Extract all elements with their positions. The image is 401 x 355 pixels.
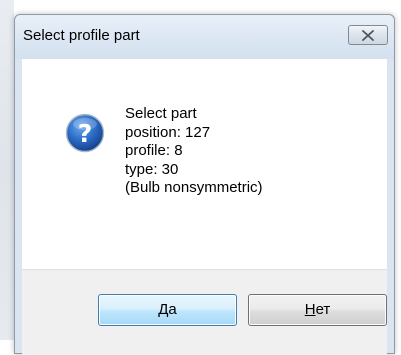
- message-line: position: 127: [125, 123, 211, 141]
- dialog-client-area: ? Select part position: 127 profile: 8 t…: [22, 59, 387, 355]
- no-button-label: ет: [315, 301, 331, 318]
- close-button[interactable]: [348, 25, 388, 45]
- message-line: Select part: [125, 105, 197, 122]
- no-button-mnemonic: Н: [304, 301, 316, 318]
- button-bar: Да Нет: [22, 269, 387, 355]
- svg-text:?: ?: [78, 119, 93, 148]
- message-line: profile: 8: [125, 142, 183, 159]
- question-icon: ?: [65, 113, 105, 153]
- no-button[interactable]: Нет: [248, 294, 387, 326]
- message-dialog: Select profile part ? Select part positi…: [14, 14, 395, 355]
- yes-button[interactable]: Да: [98, 294, 237, 326]
- yes-button-label: Да: [158, 301, 177, 318]
- message-area: ? Select part position: 127 profile: 8 t…: [22, 59, 387, 269]
- title-bar[interactable]: Select profile part: [15, 15, 394, 59]
- backdrop-strip: [0, 0, 14, 340]
- message-line: type: 30: [125, 160, 179, 178]
- message-text: Select part position: 127 profile: 8 typ…: [125, 105, 263, 198]
- dialog-title: Select profile part: [23, 27, 140, 44]
- message-line: (Bulb nonsymmetric): [125, 179, 263, 196]
- close-icon: [362, 30, 374, 41]
